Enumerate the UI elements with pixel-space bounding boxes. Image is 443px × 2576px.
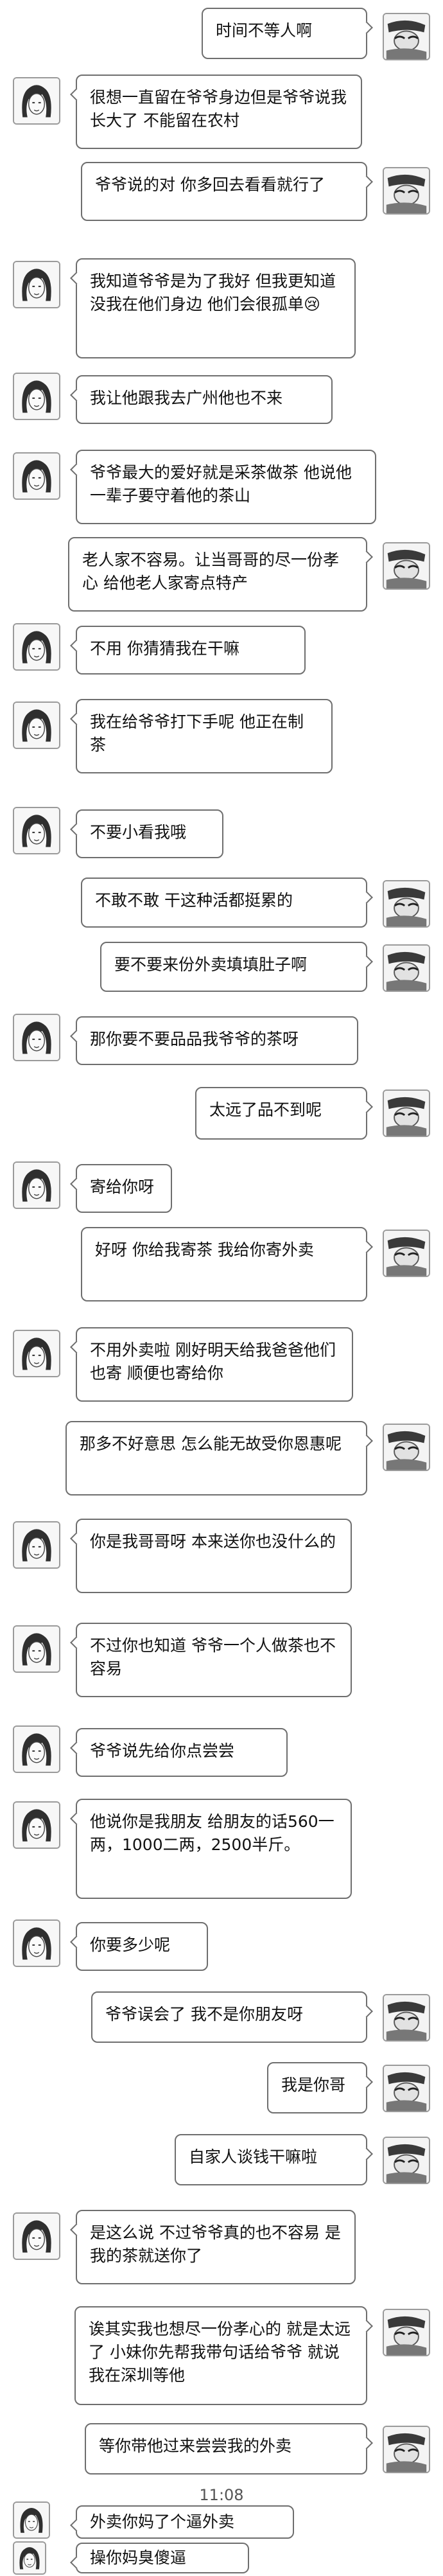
message-bubble[interactable]: 爷爷最大的爱好就是采茶做茶 他说他一辈子要守着他的茶山 bbox=[76, 450, 376, 524]
message-bubble[interactable]: 诶其实我也想尽一份孝心的 就是太远了 小妹你先帮我带句话给爷爷 就说我在深圳等他 bbox=[74, 2306, 367, 2405]
chat-conversation: 时间不等人啊 很想一直留在爷爷身边但是爷爷说我长大了 不能留在农村 爷爷说的对 … bbox=[0, 0, 443, 2576]
contact-avatar[interactable] bbox=[383, 542, 430, 590]
message-right: 老人家不容易。让当哥哥的尽一份孝心 给他老人家寄点特产 bbox=[0, 537, 443, 614]
contact-avatar[interactable] bbox=[13, 701, 60, 749]
contact-avatar[interactable] bbox=[383, 1994, 430, 2042]
message-bubble[interactable]: 外卖你妈了个逼外卖 bbox=[76, 2505, 294, 2539]
message-bubble[interactable]: 不用外卖啦 刚好明天给我爸爸他们也寄 顺便也寄给你 bbox=[76, 1327, 353, 1402]
message-left: 不过你也知道 爷爷一个人做茶也不容易 bbox=[0, 1623, 443, 1702]
message-bubble[interactable]: 老人家不容易。让当哥哥的尽一份孝心 给他老人家寄点特产 bbox=[68, 537, 367, 612]
message-bubble[interactable]: 我知道爷爷是为了我好 但我更知道 没我在他们身边 他们会很孤单😢 bbox=[76, 258, 356, 358]
message-right: 要不要来份外卖填填肚子啊 bbox=[0, 942, 443, 996]
message-left: 你要多少呢 bbox=[0, 1919, 443, 1976]
message-left: 外卖你妈了个逼外卖 bbox=[0, 2501, 443, 2544]
contact-avatar[interactable] bbox=[13, 1919, 60, 1967]
contact-avatar[interactable] bbox=[383, 2309, 430, 2356]
contact-avatar[interactable] bbox=[383, 2065, 430, 2112]
message-right: 诶其实我也想尽一份孝心的 就是太远了 小妹你先帮我带句话给爷爷 就说我在深圳等他 bbox=[0, 2306, 443, 2409]
contact-avatar[interactable] bbox=[383, 167, 430, 215]
message-right: 太远了品不到呢 bbox=[0, 1087, 443, 1143]
message-bubble[interactable]: 不用 你猜猜我在干嘛 bbox=[76, 626, 306, 675]
contact-avatar[interactable] bbox=[13, 1725, 60, 1773]
message-bubble[interactable]: 操你妈臭傻逼 bbox=[76, 2543, 249, 2573]
message-bubble[interactable]: 我在给爷爷打下手呢 他正在制茶 bbox=[76, 699, 333, 773]
contact-avatar[interactable] bbox=[13, 1014, 60, 1061]
contact-avatar[interactable] bbox=[13, 77, 60, 125]
contact-avatar[interactable] bbox=[13, 1521, 60, 1569]
message-right: 我是你哥 bbox=[0, 2062, 443, 2119]
message-left: 很想一直留在爷爷身边但是爷爷说我长大了 不能留在农村 bbox=[0, 75, 443, 152]
message-right: 等你带他过来尝尝我的外卖 bbox=[0, 2423, 443, 2477]
message-bubble[interactable]: 时间不等人啊 bbox=[202, 8, 367, 59]
message-bubble[interactable]: 爷爷说先给你点尝尝 bbox=[76, 1728, 288, 1777]
contact-avatar[interactable] bbox=[13, 1161, 60, 1209]
contact-avatar[interactable] bbox=[13, 1330, 60, 1377]
message-left: 不用 你猜猜我在干嘛 bbox=[0, 623, 443, 680]
message-right: 不敢不敢 干这种活都挺累的 bbox=[0, 878, 443, 931]
message-bubble[interactable]: 寄给你呀 bbox=[76, 1164, 172, 1213]
message-left: 寄给你呀 bbox=[0, 1161, 443, 1215]
message-bubble[interactable]: 爷爷说的对 你多回去看看就行了 bbox=[81, 162, 367, 221]
message-left: 操你妈臭傻逼 bbox=[0, 2541, 443, 2575]
message-bubble[interactable]: 那多不好意思 怎么能无故受你恩惠呢 bbox=[65, 1421, 367, 1495]
message-left: 我知道爷爷是为了我好 但我更知道 没我在他们身边 他们会很孤单😢 bbox=[0, 258, 443, 361]
message-left: 不用外卖啦 刚好明天给我爸爸他们也寄 顺便也寄给你 bbox=[0, 1327, 443, 1407]
message-bubble[interactable]: 你要多少呢 bbox=[76, 1922, 208, 1971]
contact-avatar[interactable] bbox=[13, 2212, 60, 2260]
message-bubble[interactable]: 是这么说 不过爷爷真的也不容易 是我的茶就送你了 bbox=[76, 2210, 356, 2284]
message-bubble[interactable]: 不敢不敢 干这种活都挺累的 bbox=[81, 878, 367, 928]
message-bubble[interactable]: 要不要来份外卖填填肚子啊 bbox=[100, 942, 367, 992]
message-bubble[interactable]: 等你带他过来尝尝我的外卖 bbox=[85, 2423, 367, 2475]
contact-avatar[interactable] bbox=[13, 1625, 60, 1673]
message-left: 你是我哥哥呀 本来送你也没什么的 bbox=[0, 1519, 443, 1598]
message-right: 爷爷说的对 你多回去看看就行了 bbox=[0, 162, 443, 224]
message-bubble[interactable]: 我是你哥 bbox=[267, 2062, 367, 2113]
contact-avatar[interactable] bbox=[383, 880, 430, 928]
message-bubble[interactable]: 自家人谈钱干嘛啦 bbox=[175, 2134, 367, 2185]
contact-avatar[interactable] bbox=[383, 1230, 430, 1277]
contact-avatar[interactable] bbox=[383, 1090, 430, 1137]
contact-avatar[interactable] bbox=[13, 452, 60, 500]
message-bubble[interactable]: 那你要不要品品我爷爷的茶呀 bbox=[76, 1016, 358, 1065]
contact-avatar[interactable] bbox=[13, 261, 60, 308]
contact-avatar[interactable] bbox=[13, 2501, 50, 2539]
message-left: 他说你是我朋友 给朋友的话560一两，1000二两，2500半斤。 bbox=[0, 1799, 443, 1901]
message-left: 是这么说 不过爷爷真的也不容易 是我的茶就送你了 bbox=[0, 2210, 443, 2289]
message-bubble[interactable]: 太远了品不到呢 bbox=[195, 1087, 367, 1140]
message-right: 那多不好意思 怎么能无故受你恩惠呢 bbox=[0, 1421, 443, 1501]
contact-avatar[interactable] bbox=[13, 807, 60, 854]
message-bubble[interactable]: 不过你也知道 爷爷一个人做茶也不容易 bbox=[76, 1623, 352, 1697]
message-bubble[interactable]: 很想一直留在爷爷身边但是爷爷说我长大了 不能留在农村 bbox=[76, 75, 362, 149]
message-left: 那你要不要品品我爷爷的茶呀 bbox=[0, 1014, 443, 1070]
contact-avatar[interactable] bbox=[13, 2541, 46, 2575]
message-bubble[interactable]: 爷爷误会了 我不是你朋友呀 bbox=[91, 1991, 367, 2043]
contact-avatar[interactable] bbox=[13, 1801, 60, 1849]
message-bubble[interactable]: 他说你是我朋友 给朋友的话560一两，1000二两，2500半斤。 bbox=[76, 1799, 352, 1899]
message-bubble[interactable]: 好呀 你给我寄茶 我给你寄外卖 bbox=[81, 1227, 367, 1301]
contact-avatar[interactable] bbox=[383, 1424, 430, 1471]
message-left: 爷爷说先给你点尝尝 bbox=[0, 1725, 443, 1782]
message-bubble[interactable]: 我让他跟我去广州他也不来 bbox=[76, 375, 333, 424]
message-right: 时间不等人啊 bbox=[0, 8, 443, 64]
contact-avatar[interactable] bbox=[383, 2137, 430, 2184]
message-bubble[interactable]: 不要小看我哦 bbox=[76, 809, 223, 858]
contact-avatar[interactable] bbox=[383, 944, 430, 992]
message-bubble[interactable]: 你是我哥哥呀 本来送你也没什么的 bbox=[76, 1519, 352, 1593]
timestamp-divider: 11:08 bbox=[199, 2486, 244, 2504]
message-left: 不要小看我哦 bbox=[0, 807, 443, 863]
contact-avatar[interactable] bbox=[13, 373, 60, 420]
contact-avatar[interactable] bbox=[383, 2426, 430, 2473]
message-right: 自家人谈钱干嘛啦 bbox=[0, 2134, 443, 2191]
message-left: 我让他跟我去广州他也不来 bbox=[0, 373, 443, 430]
message-left: 爷爷最大的爱好就是采茶做茶 他说他一辈子要守着他的茶山 bbox=[0, 450, 443, 527]
contact-avatar[interactable] bbox=[13, 623, 60, 671]
message-left: 我在给爷爷打下手呢 他正在制茶 bbox=[0, 699, 443, 776]
message-right: 爷爷误会了 我不是你朋友呀 bbox=[0, 1991, 443, 2048]
contact-avatar[interactable] bbox=[383, 13, 430, 60]
message-right: 好呀 你给我寄茶 我给你寄外卖 bbox=[0, 1227, 443, 1307]
